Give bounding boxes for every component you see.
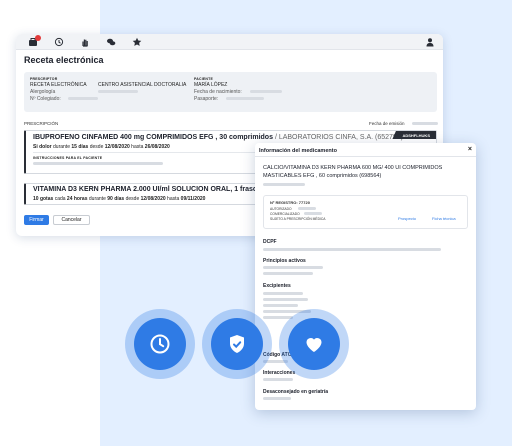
history-icon[interactable] [53,37,64,47]
medication-name: IBUPROFENO CINFAMED 400 mg COMPRIMIDOS E… [33,134,404,141]
redacted-bar [263,266,323,269]
prescriptor-label: PRESCRIPTOR [30,77,58,81]
modal-title: Información del medicamento [259,148,337,154]
page-title: Receta electrónica [24,55,104,65]
sign-button[interactable]: Firmar [24,215,49,225]
section-dcpf: DCPF [263,239,277,245]
emision-label: Fecha de emisión [369,121,405,126]
heart-icon [306,337,322,352]
section-excipientes: Excipientes [263,283,291,289]
redacted-bar [298,207,316,210]
authorized-label: AUTORIZADO [270,207,292,211]
colegiado-label: Nº Colegiado: [30,96,61,102]
redacted-bar [263,292,303,295]
prospecto-link[interactable]: Prospecto [398,216,416,221]
section-principios-activos: Principios activos [263,258,306,264]
clock-icon [150,334,170,354]
notification-badge [35,35,41,41]
redacted-bar [33,162,163,165]
star-icon[interactable] [131,37,142,47]
medication-name: VITAMINA D3 KERN PHARMA 2.000 UI/ml SOLU… [33,186,292,193]
redacted-bar [263,248,441,251]
redacted-bar [68,97,98,100]
prescription-info: PRESCRIPTOR RECETA ELECTRÓNICA CENTRO AS… [24,72,437,112]
section-geriatria: Desaconsejado en geriatría [263,389,329,395]
commercialized-label: COMERCIALIZADO [270,212,300,216]
prescription-icon[interactable] [27,35,41,47]
chat-icon[interactable] [105,37,116,47]
redacted-bar [263,183,305,186]
feature-shield [202,309,272,379]
instructions-label: INSTRUCCIONES PARA EL PACIENTE [33,156,103,160]
close-icon[interactable]: × [468,146,472,153]
section-interacciones: Interacciones [263,370,296,376]
redacted-bar [98,90,138,93]
dosage-text: Si dolor durante 15 días desde 12/08/202… [33,144,170,150]
hand-icon[interactable] [79,37,90,47]
redacted-bar [412,122,438,125]
ficha-tecnica-link[interactable]: Ficha técnica [432,216,456,221]
registry-box: Nº REGISTRO: 77720 AUTORIZADO COMERCIALI… [263,195,468,229]
prescription-code-tag: ADSHFLHUKS [392,131,436,139]
prescriptor-name: RECETA ELECTRÓNICA [30,82,87,88]
birth-label: Fecha de nacimiento: [194,89,242,95]
shield-icon [230,335,244,353]
paciente-name: MARÍA LÓPEZ [194,82,228,88]
redacted-bar [263,298,308,301]
medication-info-modal: Información del medicamento × CALCIO/VIT… [255,143,476,410]
redacted-bar [263,304,298,307]
modal-header: Información del medicamento × [255,143,476,157]
cancel-button[interactable]: Cancelar [53,215,90,225]
dosage-text: 10 gotas cada 24 horas durante 90 días d… [33,196,206,202]
prescripcion-label: PRESCRIPCIÓN [24,121,59,126]
passport-label: Pasaporte: [194,96,219,102]
toolbar [16,34,443,50]
prescriptor-center: CENTRO ASISTENCIAL DOCTORALIA [98,82,187,88]
redacted-bar [263,272,313,275]
redacted-bar [263,397,291,400]
redacted-bar [263,378,293,381]
registry-number: Nº REGISTRO: 77720 [270,200,310,205]
redacted-bar [304,212,322,215]
feature-clock [125,309,195,379]
user-icon[interactable] [424,37,435,47]
feature-heart [279,309,349,379]
redacted-bar [226,97,264,100]
paciente-label: PACIENTE [194,77,214,81]
prescription-required-label: SUJETO A PRESCRIPCIÓN MÉDICA [270,217,326,221]
product-name: CALCIO/VITAMINA D3 KERN PHARMA 600 MG/ 4… [263,165,443,179]
prescriptor-specialty: Alergología [30,89,56,95]
redacted-bar [250,90,282,93]
